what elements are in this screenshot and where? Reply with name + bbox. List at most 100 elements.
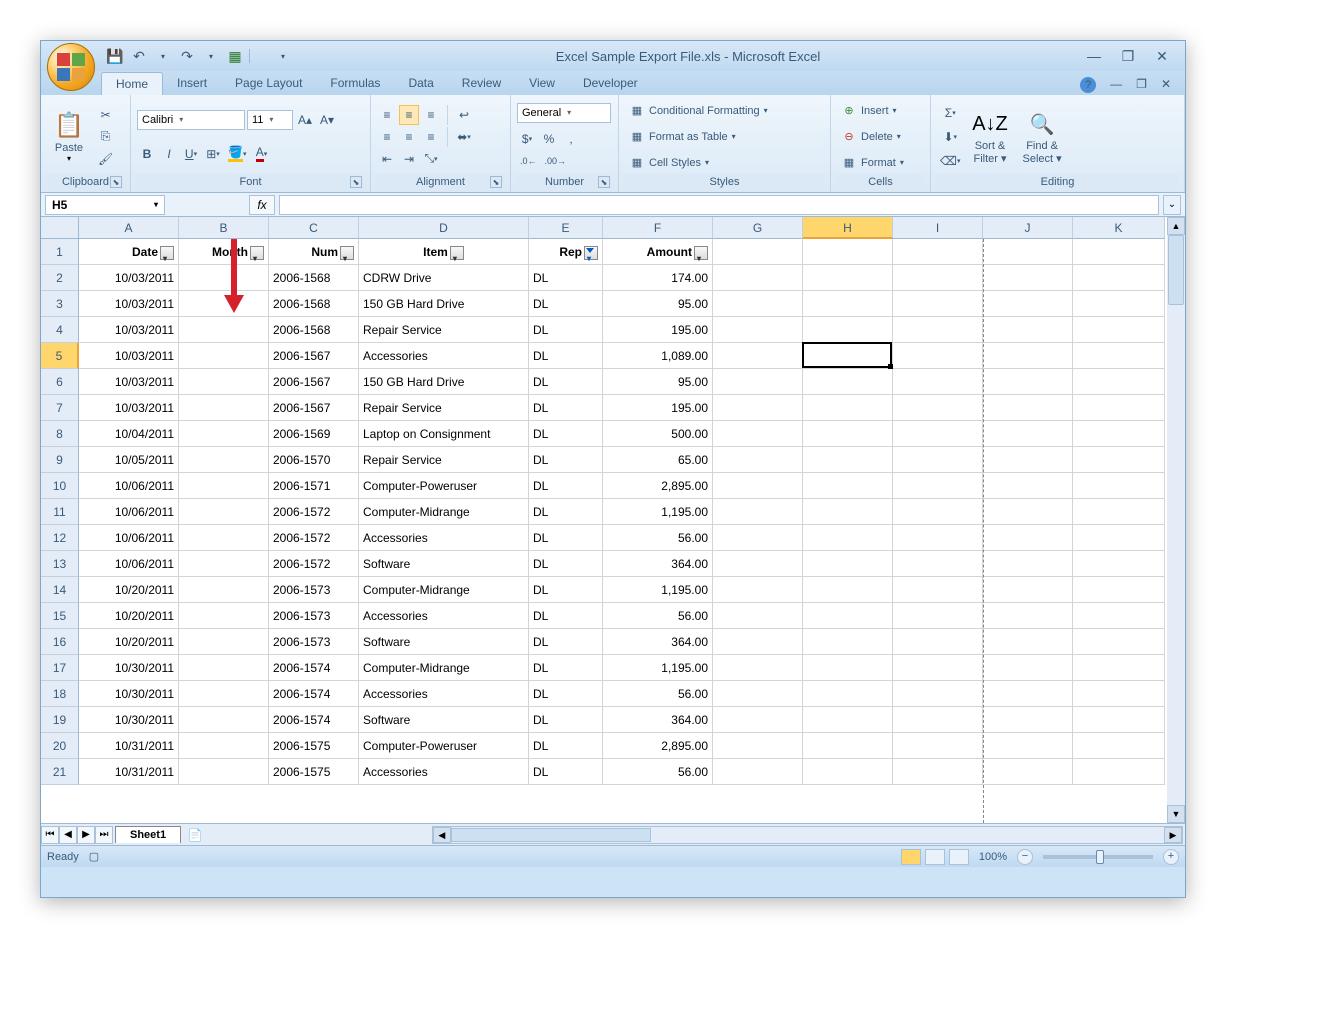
cell[interactable] bbox=[983, 499, 1073, 525]
border-button[interactable]: ⊞▾ bbox=[203, 144, 223, 164]
font-color-button[interactable]: A▾ bbox=[251, 144, 271, 164]
delete-cells-button[interactable]: ⊖Delete ▾ bbox=[837, 127, 908, 147]
cell[interactable]: 2006-1567 bbox=[269, 369, 359, 395]
cell[interactable] bbox=[1073, 447, 1165, 473]
copy-button[interactable]: ⎘ bbox=[95, 127, 116, 147]
header-cell[interactable] bbox=[1073, 239, 1165, 265]
help-button[interactable]: ? bbox=[1076, 75, 1100, 95]
cell[interactable]: 95.00 bbox=[603, 291, 713, 317]
cell[interactable]: 1,195.00 bbox=[603, 577, 713, 603]
cell[interactable]: 10/03/2011 bbox=[79, 343, 179, 369]
cell[interactable] bbox=[713, 343, 803, 369]
cell[interactable] bbox=[983, 629, 1073, 655]
cell[interactable] bbox=[179, 707, 269, 733]
cell[interactable]: 56.00 bbox=[603, 525, 713, 551]
cell[interactable]: 10/31/2011 bbox=[79, 759, 179, 785]
filter-button[interactable] bbox=[250, 246, 264, 260]
cell[interactable]: DL bbox=[529, 395, 603, 421]
cell[interactable] bbox=[893, 551, 983, 577]
tab-developer[interactable]: Developer bbox=[569, 72, 652, 95]
cell[interactable]: 2006-1574 bbox=[269, 681, 359, 707]
cell[interactable] bbox=[893, 577, 983, 603]
tab-data[interactable]: Data bbox=[394, 72, 447, 95]
cell[interactable] bbox=[1073, 369, 1165, 395]
cell[interactable] bbox=[713, 551, 803, 577]
cell[interactable] bbox=[893, 447, 983, 473]
cell[interactable] bbox=[1073, 291, 1165, 317]
cell[interactable] bbox=[713, 447, 803, 473]
cell[interactable]: DL bbox=[529, 343, 603, 369]
column-header-D[interactable]: D bbox=[359, 217, 529, 239]
cell[interactable] bbox=[983, 369, 1073, 395]
cell[interactable]: Accessories bbox=[359, 681, 529, 707]
cell-styles-button[interactable]: ▦Cell Styles ▾ bbox=[625, 153, 772, 173]
filter-button[interactable] bbox=[450, 246, 464, 260]
scroll-up-button[interactable]: ▲ bbox=[1167, 217, 1185, 235]
format-painter-button[interactable]: 🖌 bbox=[95, 149, 116, 169]
cell[interactable]: DL bbox=[529, 759, 603, 785]
zoom-out-button[interactable]: − bbox=[1017, 849, 1033, 865]
cell[interactable] bbox=[983, 577, 1073, 603]
cell[interactable]: Software bbox=[359, 707, 529, 733]
header-cell[interactable]: Num bbox=[269, 239, 359, 265]
cell[interactable]: 150 GB Hard Drive bbox=[359, 369, 529, 395]
cell[interactable] bbox=[893, 265, 983, 291]
cell[interactable] bbox=[893, 525, 983, 551]
cell[interactable] bbox=[893, 681, 983, 707]
cell[interactable] bbox=[179, 733, 269, 759]
cell[interactable]: 56.00 bbox=[603, 681, 713, 707]
minimize-button[interactable]: — bbox=[1083, 47, 1105, 65]
cell[interactable] bbox=[1073, 551, 1165, 577]
cell[interactable] bbox=[893, 395, 983, 421]
cell[interactable]: 1,195.00 bbox=[603, 499, 713, 525]
cell[interactable] bbox=[1073, 733, 1165, 759]
cell[interactable] bbox=[179, 681, 269, 707]
cell[interactable] bbox=[893, 317, 983, 343]
cell[interactable] bbox=[983, 681, 1073, 707]
cell[interactable]: Accessories bbox=[359, 525, 529, 551]
cell[interactable] bbox=[1073, 577, 1165, 603]
cell[interactable] bbox=[803, 525, 893, 551]
cell[interactable]: 2006-1574 bbox=[269, 707, 359, 733]
cell[interactable] bbox=[803, 369, 893, 395]
row-header-21[interactable]: 21 bbox=[41, 759, 79, 785]
zoom-in-button[interactable]: + bbox=[1163, 849, 1179, 865]
cell[interactable] bbox=[713, 265, 803, 291]
row-header-5[interactable]: 5 bbox=[41, 343, 79, 369]
cell[interactable]: 10/04/2011 bbox=[79, 421, 179, 447]
cell[interactable] bbox=[713, 759, 803, 785]
cell[interactable] bbox=[983, 447, 1073, 473]
cell[interactable] bbox=[803, 733, 893, 759]
cell[interactable] bbox=[893, 369, 983, 395]
cell[interactable] bbox=[1073, 473, 1165, 499]
cell[interactable]: 56.00 bbox=[603, 603, 713, 629]
qat-customize-icon[interactable]: ▾ bbox=[273, 46, 293, 66]
merge-button[interactable]: ⬌▾ bbox=[454, 127, 474, 147]
minimize-ribbon-button[interactable]: — bbox=[1106, 75, 1126, 95]
cell[interactable]: Accessories bbox=[359, 759, 529, 785]
cell[interactable]: 174.00 bbox=[603, 265, 713, 291]
cell[interactable] bbox=[179, 395, 269, 421]
insert-cells-button[interactable]: ⊕Insert ▾ bbox=[837, 101, 908, 121]
zoom-handle[interactable] bbox=[1096, 850, 1104, 864]
cell[interactable] bbox=[983, 265, 1073, 291]
cell[interactable] bbox=[179, 759, 269, 785]
cell[interactable]: 10/03/2011 bbox=[79, 291, 179, 317]
column-header-A[interactable]: A bbox=[79, 217, 179, 239]
fill-color-button[interactable]: 🪣▾ bbox=[225, 144, 249, 164]
cell[interactable]: 2006-1573 bbox=[269, 603, 359, 629]
cell[interactable] bbox=[1073, 265, 1165, 291]
header-cell[interactable]: Date bbox=[79, 239, 179, 265]
cell[interactable] bbox=[893, 473, 983, 499]
cell[interactable]: 10/30/2011 bbox=[79, 707, 179, 733]
row-header-16[interactable]: 16 bbox=[41, 629, 79, 655]
clear-button[interactable]: ⌫ ▾ bbox=[937, 151, 963, 171]
cell[interactable] bbox=[179, 655, 269, 681]
cell[interactable]: 2,895.00 bbox=[603, 733, 713, 759]
cell[interactable]: 10/03/2011 bbox=[79, 317, 179, 343]
last-sheet-button[interactable]: ⏭ bbox=[95, 826, 113, 844]
redo-dropdown-icon[interactable]: ▾ bbox=[201, 46, 221, 66]
cell[interactable]: DL bbox=[529, 421, 603, 447]
cell[interactable]: 2006-1573 bbox=[269, 577, 359, 603]
column-header-F[interactable]: F bbox=[603, 217, 713, 239]
